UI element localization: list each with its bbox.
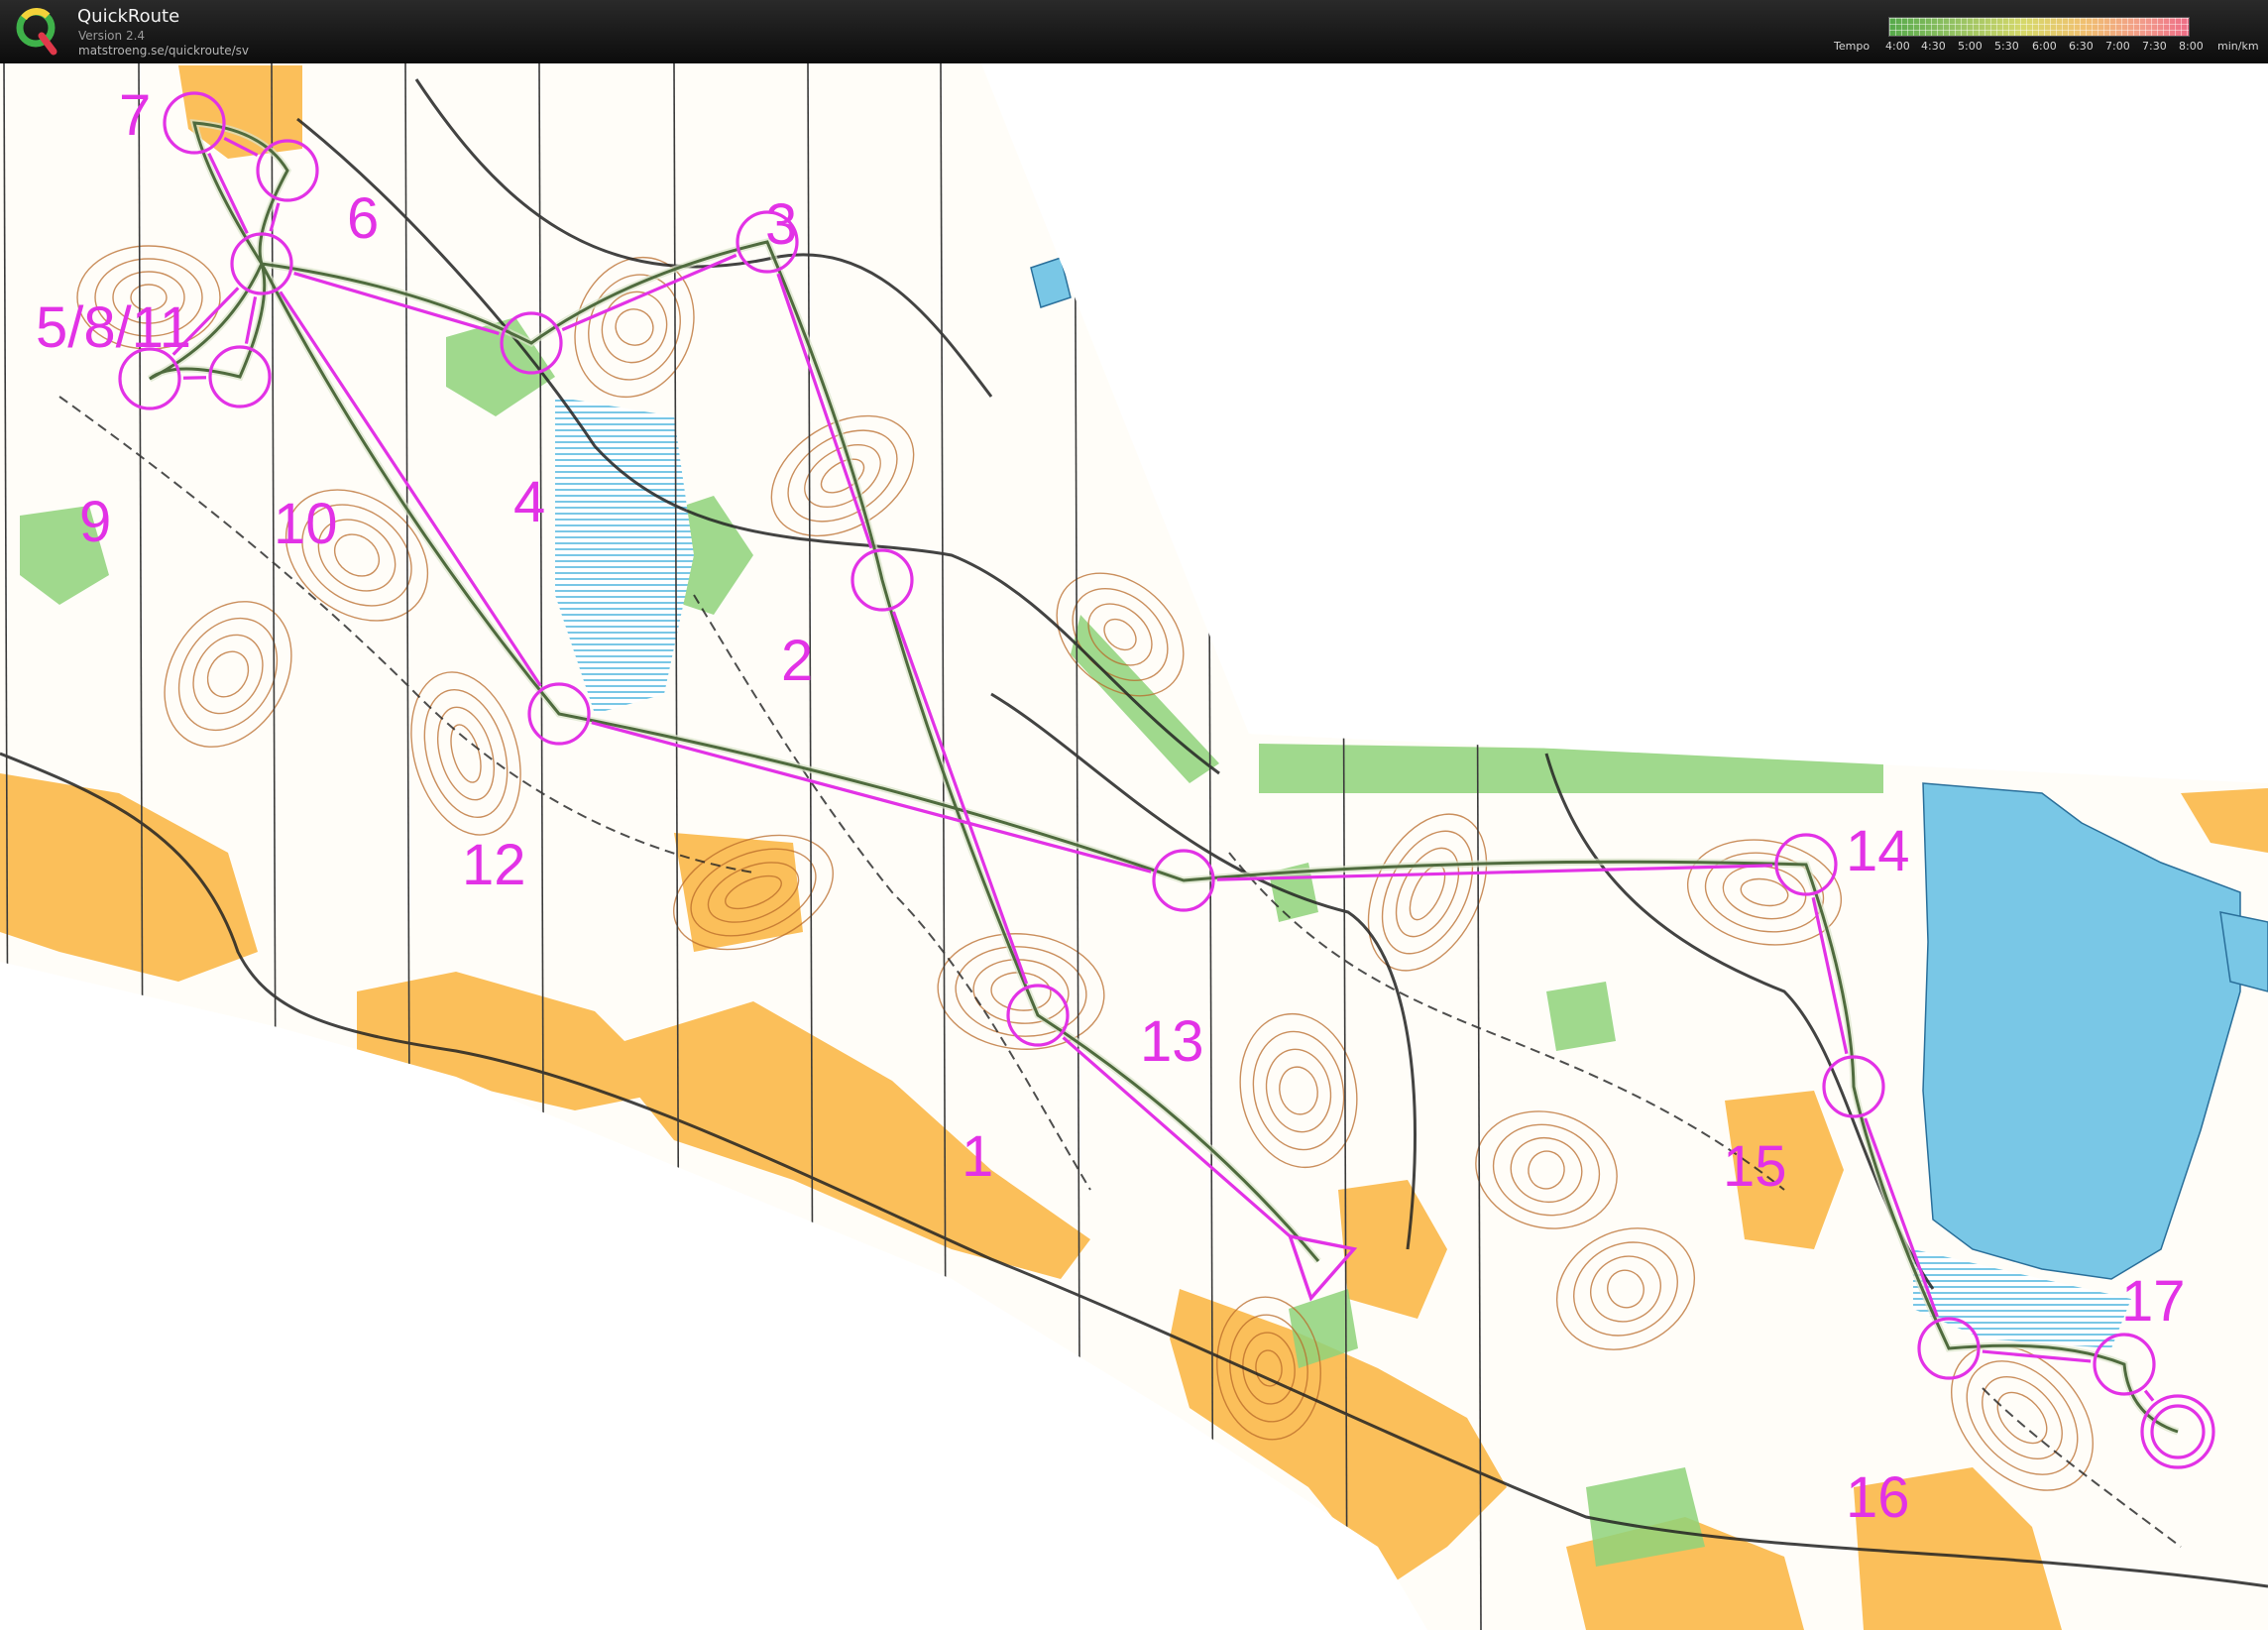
tempo-legend-tick: 7:30 — [2142, 40, 2167, 53]
control-number-label: 15 — [1723, 1134, 1787, 1199]
control-number-label: 16 — [1846, 1465, 1910, 1530]
course-leg — [182, 376, 207, 380]
open-land-area — [674, 833, 803, 952]
tempo-legend-labels: Tempo 4:00 4:30 5:00 5:30 6:00 6:30 7:00… — [1834, 40, 2260, 56]
tempo-legend-tick: 4:00 — [1885, 40, 1910, 53]
green-area — [1546, 982, 1616, 1051]
app-title-bar: QuickRoute Version 2.4 matstroeng.se/qui… — [0, 0, 2268, 63]
tempo-legend-tick: 6:00 — [2032, 40, 2057, 53]
quickroute-logo-icon — [16, 8, 57, 56]
control-number-label: 14 — [1846, 819, 1910, 883]
app-title: QuickRoute — [77, 6, 180, 27]
tempo-legend-tick: 4:30 — [1921, 40, 1946, 53]
control-number-label: 12 — [462, 833, 526, 897]
app-url: matstroeng.se/quickroute/sv — [78, 44, 250, 58]
tempo-legend-tick: 5:30 — [1994, 40, 2019, 53]
tempo-legend-tick: 5:00 — [1958, 40, 1983, 53]
tempo-legend-tick: 7:00 — [2105, 40, 2130, 53]
tempo-legend-color-bar — [1888, 17, 2190, 37]
control-number-label: 5/8/11 — [36, 295, 191, 360]
orienteering-map[interactable]: 7 6 5/8/11 9 10 4 3 2 12 13 1 14 15 16 17 — [0, 63, 2268, 1630]
control-number-label: 10 — [274, 492, 338, 556]
control-number-label: 7 — [119, 83, 151, 148]
green-area — [1259, 744, 1883, 793]
control-number-label: 1 — [962, 1124, 993, 1189]
control-number-label: 4 — [513, 470, 545, 534]
control-number-label: 2 — [781, 629, 813, 693]
control-number-label: 9 — [79, 490, 111, 554]
tempo-legend-unit: min/km — [2217, 40, 2259, 53]
control-number-label: 3 — [765, 192, 797, 257]
tempo-legend-tick: 6:30 — [2069, 40, 2094, 53]
app-version: Version 2.4 — [78, 29, 146, 43]
control-number-label: 13 — [1140, 1009, 1204, 1074]
control-number-label: 6 — [347, 186, 379, 251]
tempo-legend-tick: 8:00 — [2179, 40, 2204, 53]
control-number-label: 17 — [2121, 1269, 2186, 1334]
tempo-legend-title: Tempo — [1834, 40, 1871, 53]
